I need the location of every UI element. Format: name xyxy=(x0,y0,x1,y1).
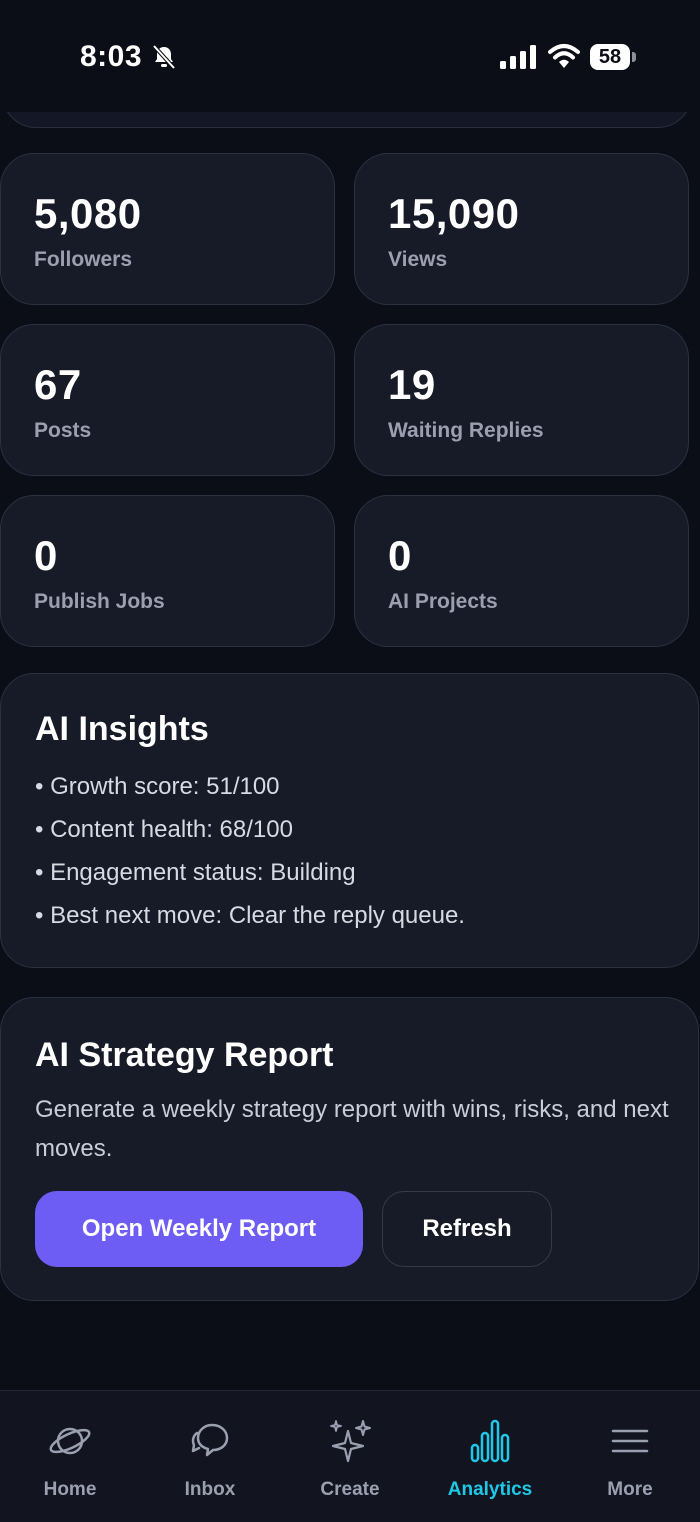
stat-label: Posts xyxy=(34,419,92,442)
ai-insights-card: AI Insights Growth score: 51/100 Content… xyxy=(0,673,699,968)
stat-label: Followers xyxy=(34,248,133,271)
stat-card-followers[interactable]: 5,080 Followers xyxy=(0,153,335,305)
tab-analytics[interactable]: Analytics xyxy=(420,1391,560,1522)
stat-value: 0 xyxy=(388,532,412,579)
battery-indicator: 58 xyxy=(590,44,636,70)
stat-label: Publish Jobs xyxy=(34,590,165,613)
wifi-icon xyxy=(548,44,580,68)
sparkles-icon xyxy=(330,1420,371,1463)
stat-card-posts[interactable]: 67 Posts xyxy=(0,324,335,476)
status-bar: 8:03 58 xyxy=(0,0,700,112)
tab-label: More xyxy=(607,1479,653,1500)
tab-inbox[interactable]: Inbox xyxy=(140,1391,280,1522)
analytics-screen: 8:03 58 5,080 Followers 15,090 Views 67 … xyxy=(0,0,700,1522)
tab-label: Create xyxy=(320,1479,380,1500)
stat-card-ai-projects[interactable]: 0 AI Projects xyxy=(354,495,689,647)
bottom-tab-bar: Home Inbox Create Analytics More xyxy=(0,1390,700,1522)
battery-level: 58 xyxy=(590,44,630,70)
tab-label: Inbox xyxy=(184,1479,236,1500)
stat-card-views[interactable]: 15,090 Views xyxy=(354,153,689,305)
stat-label: AI Projects xyxy=(388,590,498,613)
insight-item: Engagement status: Building xyxy=(35,856,465,899)
tab-label: Home xyxy=(43,1479,97,1500)
status-time: 8:03 xyxy=(80,40,143,73)
insight-item: Best next move: Clear the reply queue. xyxy=(35,899,465,942)
ai-insights-title: AI Insights xyxy=(35,710,209,748)
insight-item: Content health: 68/100 xyxy=(35,813,465,856)
stat-value: 5,080 xyxy=(34,190,142,237)
bar-chart-icon xyxy=(470,1419,510,1463)
tab-label: Analytics xyxy=(447,1479,533,1500)
stat-value: 15,090 xyxy=(388,190,520,237)
ai-strategy-report-card: AI Strategy Report Generate a weekly str… xyxy=(0,997,699,1301)
strategy-report-description: Generate a weekly strategy report with w… xyxy=(35,1096,669,1162)
stat-label: Waiting Replies xyxy=(388,419,544,442)
planet-icon xyxy=(49,1427,91,1455)
strategy-report-title: AI Strategy Report xyxy=(35,1036,334,1074)
menu-icon xyxy=(611,1429,649,1453)
stat-card-publish-jobs[interactable]: 0 Publish Jobs xyxy=(0,495,335,647)
stat-label: Views xyxy=(388,248,448,271)
refresh-button[interactable]: Refresh xyxy=(382,1191,552,1267)
tab-create[interactable]: Create xyxy=(280,1391,420,1522)
stat-value: 67 xyxy=(34,361,82,408)
stat-value: 0 xyxy=(34,532,58,579)
bell-muted-icon xyxy=(152,44,176,70)
chat-bubbles-icon xyxy=(191,1423,229,1457)
insight-item: Growth score: 51/100 xyxy=(35,770,465,813)
tab-home[interactable]: Home xyxy=(0,1391,140,1522)
stat-card-waiting-replies[interactable]: 19 Waiting Replies xyxy=(354,324,689,476)
tab-more[interactable]: More xyxy=(560,1391,700,1522)
cellular-signal-icon xyxy=(500,45,536,69)
stat-value: 19 xyxy=(388,361,436,408)
open-weekly-report-button[interactable]: Open Weekly Report xyxy=(35,1191,363,1267)
insight-list: Growth score: 51/100 Content health: 68/… xyxy=(35,770,465,942)
